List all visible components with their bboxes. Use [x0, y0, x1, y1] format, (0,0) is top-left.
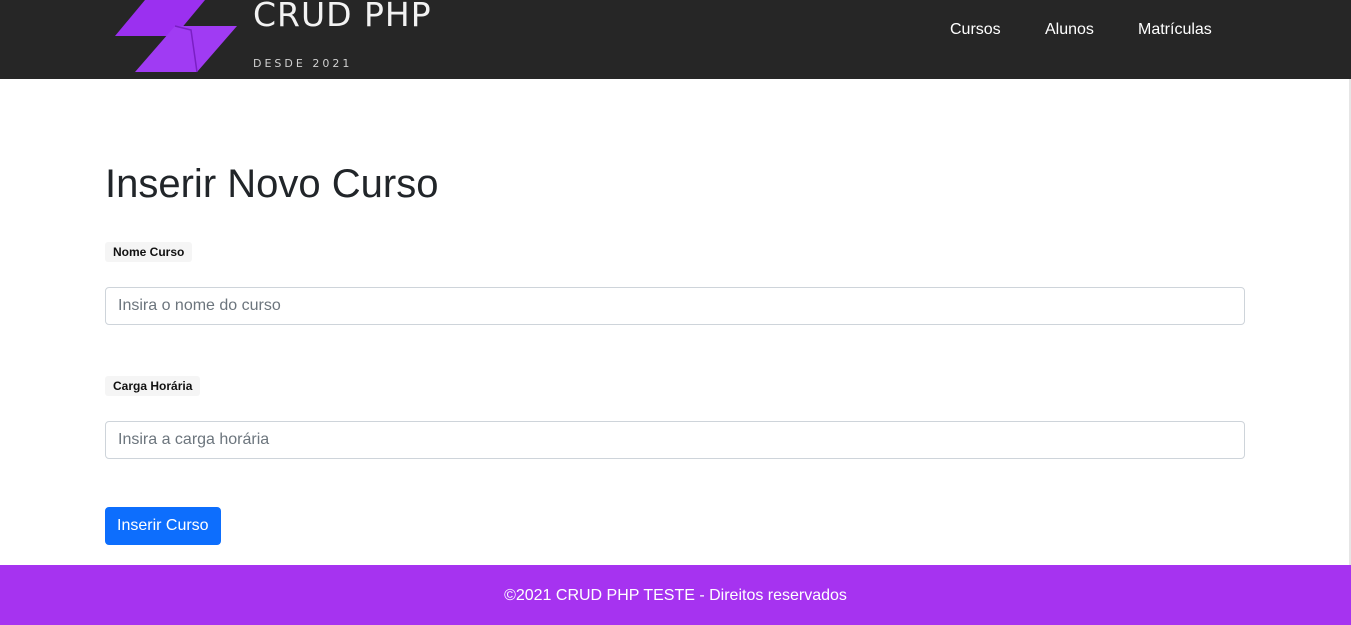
brand-subtitle: DESDE 2021 — [253, 57, 353, 70]
footer-copyright: ©2021 CRUD PHP TESTE - Direitos reservad… — [504, 587, 847, 604]
site-footer: ©2021 CRUD PHP TESTE - Direitos reservad… — [0, 565, 1351, 625]
nome-curso-input[interactable] — [105, 287, 1245, 325]
nav-link-cursos[interactable]: Cursos — [950, 20, 1001, 40]
page-title: Inserir Novo Curso — [105, 162, 439, 206]
page: CRUD PHP DESDE 2021 Cursos Alunos Matríc… — [0, 0, 1351, 625]
inserir-curso-button[interactable]: Inserir Curso — [105, 507, 221, 545]
main-nav: Cursos Alunos Matrículas — [0, 20, 1351, 44]
nav-link-alunos[interactable]: Alunos — [1045, 20, 1094, 40]
nome-curso-label: Nome Curso — [105, 242, 193, 262]
carga-horaria-label: Carga Horária — [105, 376, 201, 396]
nav-link-matriculas[interactable]: Matrículas — [1138, 20, 1212, 40]
carga-horaria-input[interactable] — [105, 421, 1245, 459]
site-header: CRUD PHP DESDE 2021 Cursos Alunos Matríc… — [0, 0, 1351, 79]
